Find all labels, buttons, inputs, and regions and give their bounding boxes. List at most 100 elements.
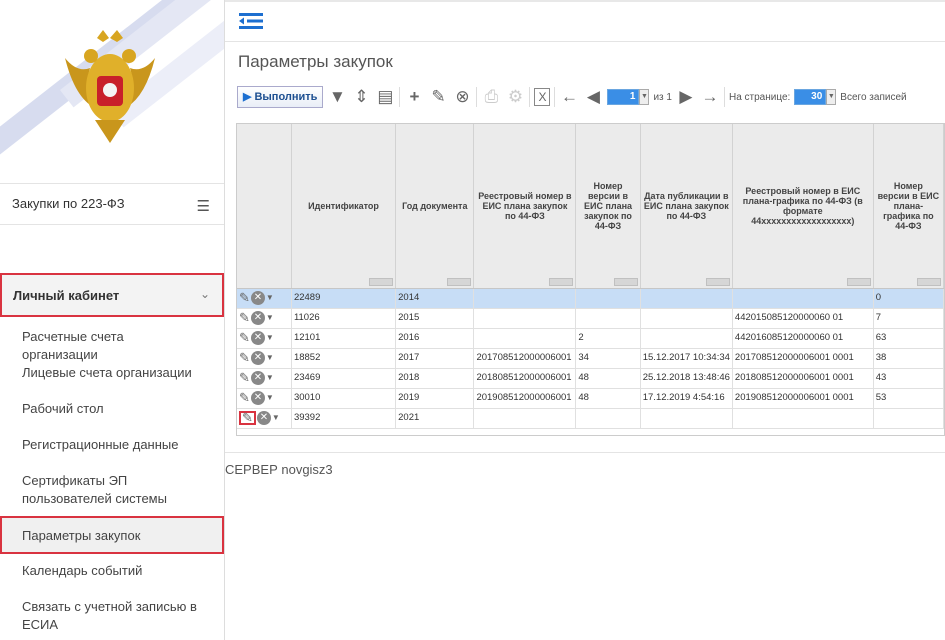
- cancel-icon[interactable]: ✕: [250, 351, 265, 365]
- circle-right-icon[interactable]: ▶: [676, 87, 696, 107]
- cell-id: 22489: [291, 288, 397, 309]
- cell-ver-plan: 48: [575, 388, 641, 409]
- sidebar-item-calendar[interactable]: Календарь событий: [0, 562, 224, 580]
- column-header-ver-plan[interactable]: Номер версии в ЕИС плана закупок по 44-Ф…: [575, 124, 641, 289]
- cancel-icon[interactable]: ⊗: [452, 87, 472, 107]
- cell-pub-date: 15.12.2017 10:34:34: [640, 348, 733, 369]
- page-dropdown-icon[interactable]: ▼: [639, 89, 650, 105]
- toolbar: ▶ Выполнить ▼ ⇕ ▤ + ✎ ⊗ ⎙ ⚙ X ← ◀ 1 ▼ из …: [237, 86, 945, 112]
- cabinet-label: Личный кабинет: [13, 288, 120, 303]
- cell-reg-plan: [473, 308, 577, 329]
- table-row[interactable]: ✎ ✕ ▼ 22489 2014 0: [237, 288, 944, 309]
- cell-reg-schedule: [732, 408, 874, 429]
- row-actions: ✎ ✕ ▼: [237, 348, 292, 369]
- sidebar-item-desktop[interactable]: Рабочий стол: [0, 400, 224, 418]
- column-header-pub-date[interactable]: Дата публикации в ЕИС плана закупок по 4…: [640, 124, 733, 289]
- cancel-icon[interactable]: ✕: [250, 291, 265, 305]
- per-page-input[interactable]: 30: [794, 89, 827, 105]
- arrow-left-icon[interactable]: ←: [559, 87, 579, 107]
- excel-icon[interactable]: X: [534, 88, 551, 106]
- cell-pub-date: 17.12.2019 4:54:16: [640, 388, 733, 409]
- per-page-dropdown-icon[interactable]: ▼: [826, 89, 837, 105]
- cell-id: 11026: [291, 308, 397, 329]
- cell-ver-plan: 34: [575, 348, 641, 369]
- cell-year: 2015: [395, 308, 475, 329]
- cell-ver-plan: [575, 288, 641, 309]
- pencil-icon[interactable]: ✎: [239, 351, 250, 364]
- server-label: СЕРВЕР novgisz3: [225, 462, 333, 477]
- run-button[interactable]: ▶ Выполнить: [237, 86, 324, 108]
- pencil-icon[interactable]: ✎: [239, 371, 250, 384]
- table-row[interactable]: ✎ ✕ ▼ 11026 2015 442015085120000060 01 7: [237, 308, 944, 329]
- pencil-icon[interactable]: ✎: [428, 87, 448, 107]
- page-number-input[interactable]: 1: [607, 89, 640, 105]
- caret-down-icon[interactable]: ▼: [266, 333, 274, 343]
- caret-down-icon[interactable]: ▼: [266, 393, 274, 403]
- page-of-label: из 1: [653, 91, 672, 103]
- circle-left-icon[interactable]: ◀: [583, 87, 603, 107]
- sidebar-item-personal-accounts[interactable]: Лицевые счета организации: [0, 364, 224, 382]
- sort-icon[interactable]: ⇕: [351, 87, 371, 107]
- document-icon[interactable]: ▤: [375, 87, 395, 107]
- divider: [225, 452, 945, 453]
- cell-id: 39392: [291, 408, 397, 429]
- sidebar-item-certificates[interactable]: Сертификаты ЭП пользователей системы: [0, 472, 224, 508]
- pencil-icon[interactable]: ✎: [239, 291, 250, 304]
- column-header-reg-plan[interactable]: Реестровый номер в ЕИС плана закупок по …: [473, 124, 577, 289]
- sidebar: Закупки по 223-ФЗ ☰ Личный кабинет ⌄ Рас…: [0, 0, 225, 640]
- cell-year: 2018: [395, 368, 475, 389]
- play-icon: ▶: [243, 91, 252, 103]
- sidebar-item-esia[interactable]: Связать с учетной записью в ЕСИА: [0, 598, 224, 634]
- column-header-year[interactable]: Год документа: [395, 124, 475, 289]
- total-records-label: Всего записей: [840, 91, 907, 103]
- cell-pub-date: [640, 288, 733, 309]
- cell-ver-plan: [575, 308, 641, 329]
- section-title[interactable]: Закупки по 223-ФЗ ☰: [0, 183, 224, 225]
- sidebar-cabinet[interactable]: Личный кабинет ⌄: [0, 273, 224, 317]
- pencil-icon[interactable]: ✎: [239, 391, 250, 404]
- cell-reg-schedule: 201808512000006001 0001: [732, 368, 874, 389]
- row-actions: ✎ ✕ ▼: [237, 368, 292, 389]
- sidebar-item-accounts[interactable]: Расчетные счета организации: [0, 328, 224, 364]
- column-header-reg-schedule[interactable]: Реестровый номер в ЕИС плана-графика по …: [732, 124, 874, 289]
- pencil-icon[interactable]: ✎: [239, 311, 250, 324]
- filter-icon[interactable]: ▼: [327, 87, 347, 107]
- caret-down-icon[interactable]: ▼: [272, 413, 280, 423]
- caret-down-icon[interactable]: ▼: [266, 313, 274, 323]
- cancel-icon[interactable]: ✕: [250, 331, 265, 345]
- cell-reg-schedule: 442015085120000060 01: [732, 308, 874, 329]
- cancel-icon[interactable]: ✕: [250, 311, 265, 325]
- cell-reg-plan: 201908512000006001: [473, 388, 577, 409]
- cell-pub-date: 25.12.2018 13:48:46: [640, 368, 733, 389]
- table-row[interactable]: ✎ ✕ ▼ 12101 2016 2 442016085120000060 01 63: [237, 328, 944, 349]
- pencil-icon[interactable]: ✎: [239, 411, 256, 425]
- table-row[interactable]: ✎ ✕ ▼ 39392 2021: [237, 408, 944, 429]
- table-row[interactable]: ✎ ✕ ▼ 18852 2017 201708512000006001 34 15.12.20…: [237, 348, 944, 369]
- cancel-icon[interactable]: ✕: [250, 371, 265, 385]
- per-page-label: На странице:: [728, 91, 791, 103]
- sidebar-item-purchase-params[interactable]: Параметры закупок: [0, 516, 224, 554]
- cell-reg-plan: 201708512000006001: [473, 348, 577, 369]
- caret-down-icon[interactable]: ▼: [266, 293, 274, 303]
- menu-toggle-icon[interactable]: [239, 12, 263, 30]
- table-row[interactable]: ✎ ✕ ▼ 23469 2018 201808512000006001 48 25.12.20…: [237, 368, 944, 389]
- cell-year: 2017: [395, 348, 475, 369]
- gears-icon[interactable]: ⚙: [505, 87, 525, 107]
- cancel-icon[interactable]: ✕: [250, 391, 265, 405]
- cancel-icon[interactable]: ✕: [256, 411, 271, 425]
- sidebar-item-registration[interactable]: Регистрационные данные: [0, 436, 224, 454]
- grid-header: Идентификатор Год документа Реестровый н…: [237, 124, 944, 289]
- caret-down-icon[interactable]: ▼: [266, 353, 274, 363]
- plus-icon[interactable]: +: [404, 87, 424, 107]
- pencil-icon[interactable]: ✎: [239, 331, 250, 344]
- cell-year: 2021: [395, 408, 475, 429]
- caret-down-icon[interactable]: ▼: [266, 373, 274, 383]
- printer-icon[interactable]: ⎙: [481, 87, 501, 107]
- main-content: Параметры закупок ▶ Выполнить ▼ ⇕ ▤ + ✎ ⊗…: [225, 0, 945, 640]
- hamburger-icon[interactable]: ☰: [197, 197, 210, 215]
- coat-of-arms-logo: [65, 30, 155, 143]
- arrow-right-icon[interactable]: →: [700, 87, 720, 107]
- column-header-id[interactable]: Идентификатор: [291, 124, 397, 289]
- table-row[interactable]: ✎ ✕ ▼ 30010 2019 201908512000006001 48 17.12.20…: [237, 388, 944, 409]
- column-header-ver-schedule[interactable]: Номер версии в ЕИС плана-графика по 44-Ф…: [873, 124, 944, 289]
